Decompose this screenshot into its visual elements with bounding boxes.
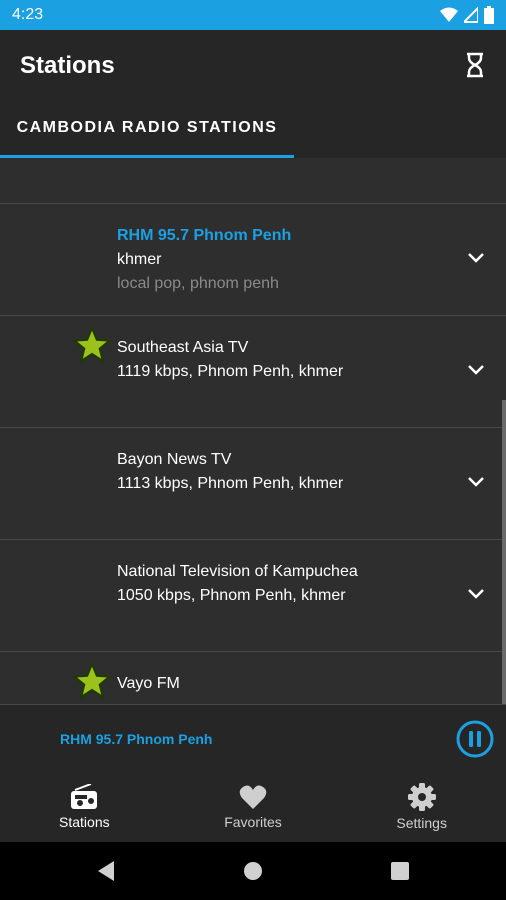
system-nav-bar [0,842,506,900]
station-details: 1113 kbps, Phnom Penh, khmer [117,475,344,492]
station-details: 1119 kbps, Phnom Penh, khmer [117,363,344,380]
scrollbar[interactable] [502,400,506,704]
list-spacer [0,158,506,204]
station-row[interactable]: RHM 95.7 Phnom Penh khmer local pop, phn… [0,204,506,316]
station-details: khmer [117,251,162,268]
sleep-timer-button[interactable] [460,50,490,80]
station-tags: local pop, phnom penh [117,275,279,292]
nav-label: Stations [59,814,110,830]
chevron-down-icon[interactable] [466,248,486,268]
bottom-nav: Stations Favorites Settings [0,772,506,842]
mini-player[interactable]: RHM 95.7 Phnom Penh [0,704,506,772]
page-title: Stations [20,52,115,79]
station-name: Bayon News TV [117,451,232,468]
recents-icon[interactable] [388,859,412,883]
back-icon[interactable] [94,859,118,883]
status-icons [440,6,494,24]
signal-icon [464,7,478,23]
station-name: Southeast Asia TV [117,339,249,356]
favorite-star-icon[interactable] [73,662,111,700]
favorite-star-icon[interactable] [73,326,111,364]
nav-item-stations[interactable]: Stations [0,772,169,842]
tab-cambodia-radio-stations[interactable]: CAMBODIA RADIO STATIONS [0,98,294,158]
nav-label: Favorites [224,814,282,830]
wifi-icon [440,7,458,22]
chevron-down-icon[interactable] [466,360,486,380]
tab-label: CAMBODIA RADIO STATIONS [16,119,278,136]
battery-icon [484,6,494,24]
station-name: National Television of Kampuchea [117,563,358,580]
station-details: 1050 kbps, Phnom Penh, khmer [117,587,346,604]
station-row[interactable]: Southeast Asia TV 1119 kbps, Phnom Penh,… [0,316,506,428]
status-bar: 4:23 [0,0,506,30]
heart-icon [239,785,267,809]
app-bar: Stations CAMBODIA RADIO STATIONS [0,30,506,158]
nav-item-favorites[interactable]: Favorites [169,772,338,842]
chevron-down-icon[interactable] [466,472,486,492]
station-row[interactable]: National Television of Kampuchea 1050 kb… [0,540,506,652]
station-name: Vayo FM [117,675,180,692]
station-row[interactable]: Bayon News TV 1113 kbps, Phnom Penh, khm… [0,428,506,540]
station-name: RHM 95.7 Phnom Penh [117,227,292,244]
radio-icon [71,784,98,809]
home-icon[interactable] [241,859,265,883]
now-playing-label: RHM 95.7 Phnom Penh [60,731,213,747]
station-list[interactable]: RHM 95.7 Phnom Penh khmer local pop, phn… [0,158,506,704]
status-time: 4:23 [12,6,44,23]
chevron-down-icon[interactable] [466,584,486,604]
station-row[interactable]: Vayo FM [0,652,506,704]
nav-item-settings[interactable]: Settings [337,772,506,842]
pause-icon[interactable] [456,720,494,758]
gear-icon [407,783,436,811]
nav-label: Settings [396,815,447,831]
hourglass-icon [467,52,483,78]
